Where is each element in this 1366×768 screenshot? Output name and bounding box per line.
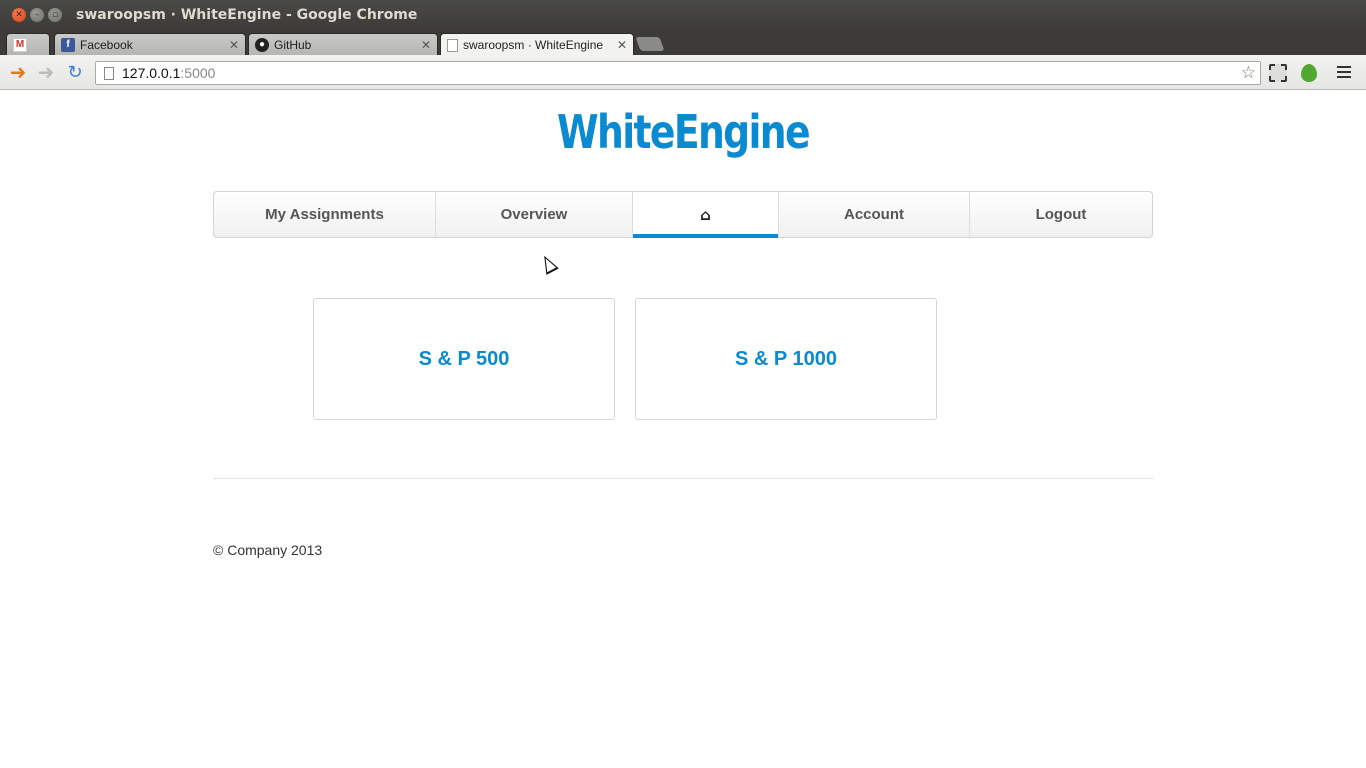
bookmark-star-icon[interactable]: ☆ — [1241, 63, 1256, 83]
new-tab-button[interactable] — [635, 37, 665, 51]
window-minimize-button[interactable]: – — [30, 8, 44, 22]
browser-toolbar: ➜ ➜ ↻ 127.0.0.1:5000 ☆ — [0, 55, 1366, 90]
window-controls: ✕ – ▫ — [12, 8, 62, 22]
gmail-icon: M — [13, 37, 27, 52]
tab-close-icon[interactable]: ✕ — [421, 38, 431, 52]
nav-logout[interactable]: Logout — [970, 192, 1152, 237]
card-sp-500[interactable]: S & P 500 — [313, 298, 615, 420]
tab-gmail[interactable]: M — [6, 33, 50, 55]
window-title: swaroopsm · WhiteEngine - Google Chrome — [76, 7, 418, 23]
extension-icon[interactable] — [1269, 64, 1287, 82]
footer-copyright: © Company 2013 — [213, 542, 323, 558]
tab-label: swaroopsm · WhiteEngine — [463, 38, 604, 52]
page-icon — [104, 66, 114, 80]
tab-whiteengine[interactable]: swaroopsm · WhiteEngine ✕ — [440, 33, 634, 56]
window-maximize-button[interactable]: ▫ — [48, 8, 62, 22]
evernote-extension-icon[interactable] — [1301, 64, 1317, 82]
site-logo[interactable]: WhiteEngine — [123, 105, 1243, 159]
page-icon — [447, 38, 458, 52]
tab-facebook[interactable]: f Facebook ✕ — [54, 33, 246, 55]
back-arrow-icon[interactable]: ➜ — [8, 60, 28, 84]
url-port: :5000 — [180, 65, 216, 81]
nav-account[interactable]: Account — [779, 192, 970, 237]
window-close-button[interactable]: ✕ — [12, 8, 26, 22]
nav-home[interactable]: ⌂ — [633, 192, 779, 238]
nav-overview[interactable]: Overview — [436, 192, 633, 237]
reload-icon[interactable]: ↻ — [65, 62, 85, 83]
window-titlebar: ✕ – ▫ swaroopsm · WhiteEngine - Google C… — [0, 0, 1366, 30]
home-icon: ⌂ — [700, 205, 711, 224]
address-bar[interactable]: 127.0.0.1:5000 ☆ — [95, 61, 1261, 85]
url-host: 127.0.0.1 — [122, 65, 181, 81]
divider — [213, 478, 1153, 479]
tab-close-icon[interactable]: ✕ — [229, 38, 239, 52]
tab-strip: M f Facebook ✕ ● GitHub ✕ swaroopsm · Wh… — [0, 30, 1366, 56]
chrome-menu-icon[interactable] — [1336, 64, 1352, 80]
tab-github[interactable]: ● GitHub ✕ — [248, 33, 438, 55]
forward-arrow-icon[interactable]: ➜ — [36, 60, 56, 84]
github-icon: ● — [255, 37, 269, 52]
tab-close-icon[interactable]: ✕ — [617, 38, 627, 52]
tab-label: Facebook — [80, 37, 133, 52]
tab-label: GitHub — [274, 37, 312, 52]
card-sp-1000[interactable]: S & P 1000 — [635, 298, 937, 420]
page-content: WhiteEngine My Assignments Overview ⌂ Ac… — [0, 91, 1366, 768]
facebook-icon: f — [61, 37, 75, 52]
mouse-cursor — [538, 252, 559, 275]
nav-my-assignments[interactable]: My Assignments — [214, 192, 436, 237]
main-navbar: My Assignments Overview ⌂ Account Logout — [213, 191, 1153, 238]
